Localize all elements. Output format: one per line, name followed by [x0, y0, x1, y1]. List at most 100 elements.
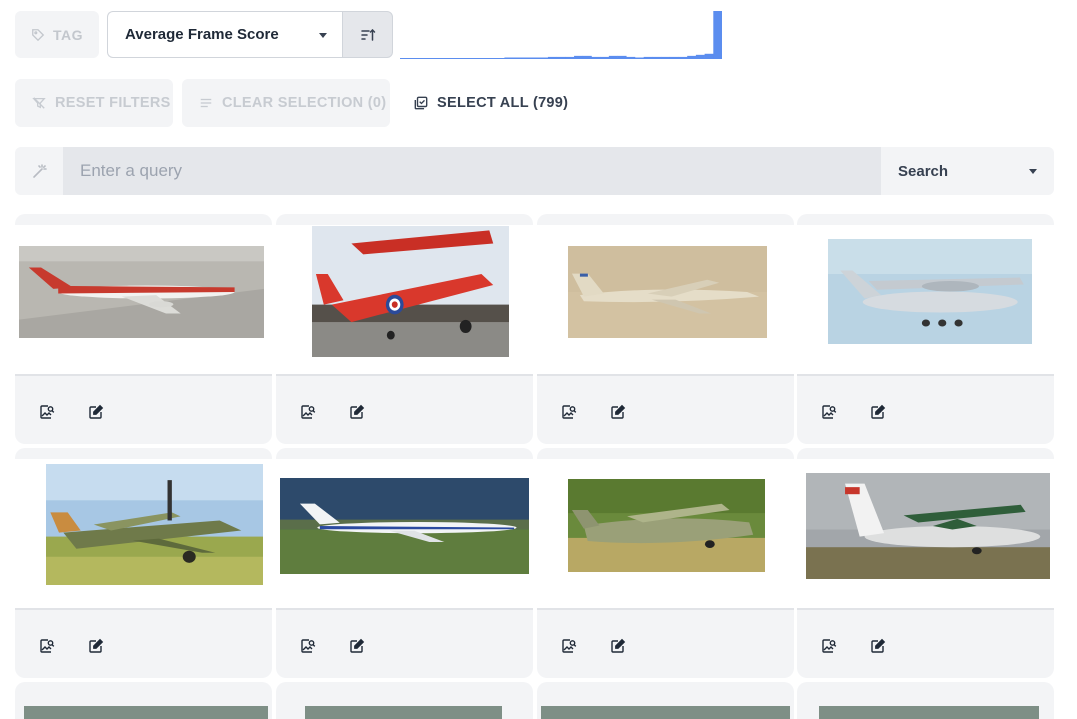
query-input[interactable]	[63, 147, 881, 195]
sort-field-select[interactable]: Average Frame Score	[107, 11, 343, 58]
histogram-bar[interactable]	[661, 56, 671, 59]
image-search-icon	[822, 405, 837, 419]
histogram-bar[interactable]	[513, 57, 523, 60]
sample-card[interactable]	[15, 448, 272, 678]
histogram-bar[interactable]	[652, 56, 662, 59]
aircraft-thumbnail[interactable]	[568, 246, 767, 338]
histogram-bar[interactable]	[608, 55, 618, 59]
view-sample-button[interactable]	[38, 637, 56, 655]
histogram-bar[interactable]	[713, 11, 722, 59]
aircraft-thumbnail[interactable]	[46, 464, 263, 585]
view-sample-button[interactable]	[820, 637, 838, 655]
edit-sample-button[interactable]	[609, 403, 627, 421]
image-search-icon	[301, 405, 316, 419]
sort-direction-button[interactable]	[342, 11, 393, 58]
histogram-bar[interactable]	[504, 57, 514, 60]
edit-sample-button[interactable]	[609, 637, 627, 655]
histogram-bar[interactable]	[704, 53, 714, 59]
card-divider	[797, 608, 1054, 610]
histogram-bar[interactable]	[643, 56, 653, 59]
histogram-bar[interactable]	[669, 56, 679, 59]
sample-card[interactable]	[15, 682, 272, 719]
sample-card[interactable]	[276, 682, 533, 719]
sample-card[interactable]	[537, 214, 794, 444]
thumbnail-area	[276, 706, 533, 719]
card-divider	[537, 374, 794, 376]
select-all-button[interactable]: SELECT ALL (799)	[397, 79, 577, 127]
sample-card[interactable]	[537, 682, 794, 719]
histogram-bar[interactable]	[678, 56, 688, 59]
list-icon	[200, 98, 212, 108]
sample-card[interactable]	[276, 214, 533, 444]
magic-wand-button[interactable]	[15, 147, 64, 195]
edit-sample-button[interactable]	[87, 403, 105, 421]
histogram-bar[interactable]	[539, 57, 549, 60]
view-sample-button[interactable]	[820, 403, 838, 421]
clear-selection-button[interactable]: CLEAR SELECTION (0)	[182, 79, 390, 127]
sample-card[interactable]	[797, 682, 1054, 719]
histogram-bar[interactable]	[521, 57, 531, 60]
histogram-bar[interactable]	[530, 57, 540, 60]
thumbnail-area	[537, 706, 794, 719]
aircraft-thumbnail[interactable]	[819, 706, 1039, 719]
filter-off-icon	[32, 97, 46, 109]
search-mode-value: Search	[898, 162, 949, 180]
sample-card[interactable]	[15, 214, 272, 444]
clear-selection-label: CLEAR SELECTION (0)	[222, 95, 387, 111]
thumbnail-area	[15, 225, 272, 375]
search-mode-select[interactable]: Search	[881, 147, 1054, 195]
image-search-icon	[562, 639, 577, 653]
image-search-icon	[301, 639, 316, 653]
edit-sample-button[interactable]	[87, 637, 105, 655]
tag-button[interactable]: TAG	[15, 11, 99, 58]
view-sample-button[interactable]	[299, 403, 317, 421]
aircraft-thumbnail[interactable]	[312, 226, 509, 357]
thumbnail-area	[276, 459, 533, 609]
image-search-icon	[40, 639, 55, 653]
histogram-bar[interactable]	[695, 54, 705, 59]
aircraft-thumbnail[interactable]	[305, 706, 502, 719]
card-divider	[15, 608, 272, 610]
histogram-bar[interactable]	[582, 55, 592, 59]
edit-sample-button[interactable]	[348, 403, 366, 421]
edit-icon	[350, 638, 365, 653]
histogram-bar[interactable]	[574, 55, 584, 59]
histogram-bar[interactable]	[600, 56, 610, 59]
edit-icon	[611, 638, 626, 653]
view-sample-button[interactable]	[560, 403, 578, 421]
edit-icon	[871, 638, 886, 653]
histogram-bar[interactable]	[591, 56, 601, 59]
aircraft-thumbnail[interactable]	[24, 706, 268, 719]
view-sample-button[interactable]	[560, 637, 578, 655]
histogram-bar[interactable]	[617, 55, 627, 59]
edit-icon	[89, 404, 104, 419]
card-divider	[276, 374, 533, 376]
histogram-bar[interactable]	[626, 56, 636, 59]
sample-card[interactable]	[537, 448, 794, 678]
view-sample-button[interactable]	[299, 637, 317, 655]
reset-filters-button[interactable]: RESET FILTERS	[15, 79, 173, 127]
aircraft-thumbnail[interactable]	[828, 239, 1032, 344]
histogram-bar[interactable]	[687, 55, 697, 59]
view-sample-button[interactable]	[38, 403, 56, 421]
histogram-bar[interactable]	[547, 56, 557, 59]
score-histogram[interactable]	[400, 10, 722, 59]
query-bar: Search	[15, 147, 1054, 195]
aircraft-thumbnail[interactable]	[568, 479, 765, 572]
aircraft-thumbnail[interactable]	[19, 246, 264, 338]
edit-sample-button[interactable]	[348, 637, 366, 655]
aircraft-thumbnail[interactable]	[280, 478, 529, 574]
sample-card[interactable]	[797, 214, 1054, 444]
aircraft-thumbnail[interactable]	[541, 706, 790, 719]
thumbnail-area	[537, 225, 794, 375]
histogram-bar[interactable]	[565, 56, 575, 59]
edit-sample-button[interactable]	[869, 637, 887, 655]
histogram-bar[interactable]	[634, 57, 644, 60]
histogram-bar[interactable]	[556, 56, 566, 59]
sample-card[interactable]	[797, 448, 1054, 678]
select-all-label: SELECT ALL (799)	[437, 95, 569, 111]
edit-sample-button[interactable]	[869, 403, 887, 421]
image-search-icon	[40, 405, 55, 419]
aircraft-thumbnail[interactable]	[806, 473, 1050, 579]
sample-card[interactable]	[276, 448, 533, 678]
